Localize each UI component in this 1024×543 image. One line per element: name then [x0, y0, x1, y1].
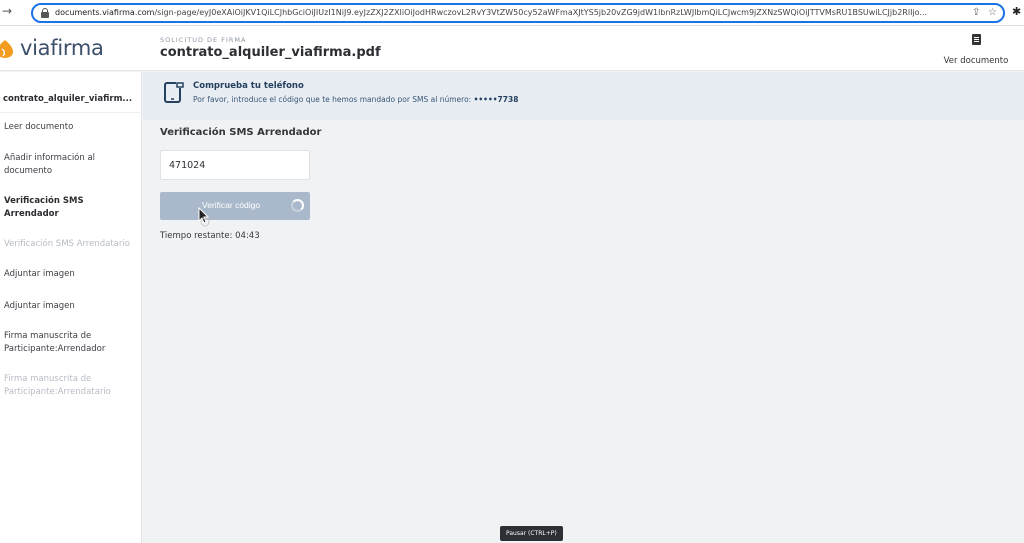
star-icon[interactable]: ☆: [988, 7, 997, 18]
document-title: contrato_alquiler_viafirma.pdf: [160, 45, 381, 60]
banner-text: Por favor, introduce el código que te he…: [193, 95, 472, 104]
address-bar[interactable]: documents.viafirma.com/sign-page/eyJ0eXA…: [31, 3, 1005, 23]
banner-title: Comprueba tu teléfono: [193, 81, 304, 91]
sms-info-banner: Comprueba tu teléfono Por favor, introdu…: [143, 72, 1024, 120]
phone-icon: [164, 82, 184, 103]
url-domain: documents.viafirma.com: [55, 8, 155, 17]
request-kicker: SOLICITUD DE FIRMA: [160, 36, 247, 44]
sidebar-item-verificacion-arrendatario: Verificación SMS Arrendatario: [4, 239, 130, 249]
sidebar-item-firma-arrendatario: Firma manuscrita de Participante:Arrenda…: [4, 374, 111, 397]
url-text[interactable]: documents.viafirma.com/sign-page/eyJ0eXA…: [55, 7, 965, 19]
view-document-button[interactable]: Ver documento: [940, 34, 1012, 67]
sidebar-item-firma-arrendador[interactable]: Firma manuscrita de Participante:Arrenda…: [4, 330, 136, 356]
sms-code-input[interactable]: [160, 150, 310, 180]
sidebar-item-leer-documento[interactable]: Leer documento: [4, 121, 136, 134]
banner-message: Por favor, introduce el código que te he…: [193, 95, 518, 104]
view-document-label: Ver documento: [943, 56, 1009, 66]
document-icon: [971, 34, 981, 45]
extensions-icon[interactable]: ✱: [1012, 5, 1021, 18]
url-path: /sign-page/eyJ0eXAiOiJKV1QiLCJhbGciOiJIU…: [154, 8, 928, 17]
verify-code-button[interactable]: Verificar código: [160, 192, 310, 220]
steps-sidebar: contrato_alquiler_viafirm... Leer docume…: [0, 72, 142, 543]
back-arrow-icon[interactable]: →: [2, 4, 12, 18]
sidebar-divider: [0, 112, 142, 113]
browser-toolbar: → documents.viafirma.com/sign-page/eyJ0e…: [0, 0, 1024, 26]
sidebar-item-anadir-informacion[interactable]: Añadir información al documento: [4, 152, 136, 178]
viafirma-logo-icon: [0, 40, 13, 58]
sidebar-item-adjuntar-imagen-2[interactable]: Adjuntar imagen: [4, 300, 136, 313]
share-icon[interactable]: ⇪: [972, 7, 980, 18]
time-remaining: Tiempo restante: 04:43: [160, 231, 260, 241]
brand-name: viafirma: [20, 36, 104, 60]
sidebar-item-verificacion-arrendador[interactable]: Verificación SMS Arrendador: [4, 195, 136, 221]
pause-tooltip: Pausar (CTRL+P): [500, 526, 563, 541]
sidebar-item-adjuntar-imagen-1[interactable]: Adjuntar imagen: [4, 268, 136, 281]
masked-phone-number: •••••7738: [473, 95, 519, 104]
app-header: viafirma SOLICITUD DE FIRMA contrato_alq…: [0, 26, 1024, 71]
cursor-icon: [198, 207, 210, 227]
sidebar-document-title: contrato_alquiler_viafirm...: [3, 94, 133, 104]
spinner-icon: [291, 199, 304, 212]
verification-title: Verificación SMS Arrendador: [160, 127, 322, 138]
lock-icon[interactable]: [41, 8, 49, 18]
